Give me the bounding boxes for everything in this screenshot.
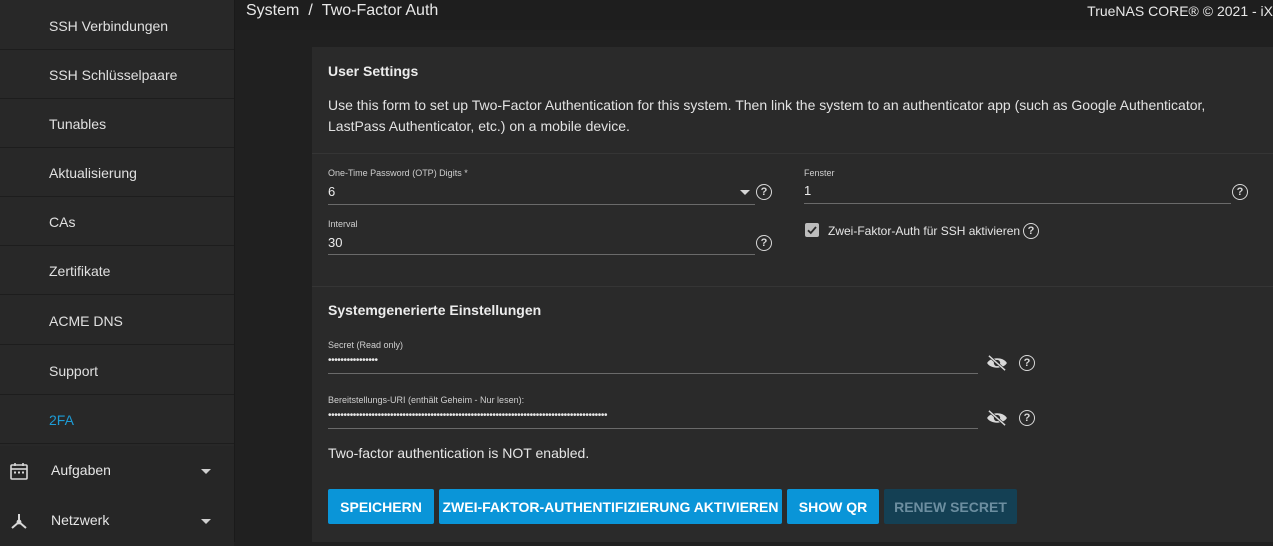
sidebar-item-label: Tunables	[49, 115, 107, 132]
hide-secret-icon[interactable]	[986, 354, 1008, 372]
window-label: Fenster	[804, 168, 835, 178]
ssh-2fa-label: Zwei-Faktor-Auth für SSH aktivieren	[828, 224, 1021, 238]
hide-uri-icon[interactable]	[986, 409, 1008, 427]
sidebar-item-support[interactable]: Support	[0, 347, 234, 395]
sidebar-item-label: Zertifikate	[49, 262, 111, 279]
sidebar-item-ssh-keypairs[interactable]: SSH Schlüsselpaare	[0, 51, 234, 99]
sidebar-group-network[interactable]: Netzwerk	[0, 496, 234, 546]
enable-2fa-button[interactable]: ZWEI-FAKTOR-AUTHENTIFIZIERUNG AKTIVIEREN	[439, 489, 782, 524]
sidebar-item-label: CAs	[49, 213, 76, 230]
otp-digits-underline	[328, 204, 755, 205]
save-button[interactable]: SPEICHERN	[328, 489, 434, 524]
divider	[312, 286, 1273, 287]
sidebar-item-cas[interactable]: CAs	[0, 198, 234, 246]
breadcrumb: System / Two-Factor Auth	[246, 2, 438, 20]
otp-digits-label: One-Time Password (OTP) Digits *	[328, 168, 468, 178]
sidebar-group-label: Aufgaben	[51, 462, 111, 478]
generated-settings-title: Systemgenerierte Einstellungen	[328, 302, 542, 318]
help-icon[interactable]: ?	[1023, 223, 1039, 239]
divider	[312, 153, 1273, 154]
sidebar-item-ssh-connections[interactable]: SSH Verbindungen	[0, 2, 234, 50]
user-settings-description: Use this form to set up Two-Factor Authe…	[328, 97, 1206, 134]
uri-field[interactable]: ••••••••••••••••••••••••••••••••••••••••…	[328, 410, 968, 421]
sidebar-group-label: Netzwerk	[51, 512, 110, 528]
help-icon[interactable]: ?	[1019, 355, 1035, 371]
uri-label: Bereitstellungs-URI (enthält Geheim - Nu…	[328, 395, 525, 405]
interval-underline	[328, 254, 755, 255]
status-text: Two-factor authentication is NOT enabled…	[328, 445, 590, 461]
sidebar-item-label: ACME DNS	[49, 312, 123, 329]
interval-input[interactable]: 30	[328, 235, 342, 250]
copyright-text: TrueNAS CORE® © 2021 - iX	[1087, 3, 1273, 19]
sidebar-item-label: SSH Verbindungen	[49, 17, 169, 34]
checkmark-icon	[807, 226, 817, 235]
sidebar-item-2fa[interactable]: 2FA	[0, 396, 234, 444]
breadcrumb-current: Two-Factor Auth	[321, 2, 439, 19]
breadcrumb-system[interactable]: System	[246, 2, 299, 19]
network-icon	[11, 514, 27, 529]
user-settings-title: User Settings	[328, 63, 419, 79]
breadcrumb-separator: /	[308, 2, 313, 19]
sidebar-item-tunables[interactable]: Tunables	[0, 100, 234, 148]
window-input[interactable]: 1	[804, 183, 811, 198]
sidebar: SSH Verbindungen SSH Schlüsselpaare Tuna…	[0, 0, 235, 546]
dropdown-arrow-icon[interactable]	[740, 190, 750, 195]
ssh-2fa-checkbox[interactable]	[805, 223, 819, 237]
sidebar-group-tasks[interactable]: Aufgaben	[0, 446, 234, 496]
help-icon[interactable]: ?	[1019, 410, 1035, 426]
sidebar-item-certificates[interactable]: Zertifikate	[0, 247, 234, 295]
help-icon[interactable]: ?	[1232, 184, 1248, 200]
secret-field[interactable]: ••••••••••••••••	[328, 355, 968, 366]
sidebar-item-label: Aktualisierung	[49, 164, 137, 181]
chevron-down-icon	[201, 519, 211, 524]
interval-label: Interval	[328, 219, 358, 229]
sidebar-item-acme-dns[interactable]: ACME DNS	[0, 297, 234, 345]
calendar-icon	[10, 463, 28, 480]
renew-secret-button[interactable]: RENEW SECRET	[884, 489, 1017, 524]
sidebar-item-label: 2FA	[49, 411, 74, 428]
otp-digits-select[interactable]: 6	[328, 184, 335, 199]
show-qr-button[interactable]: SHOW QR	[787, 489, 879, 524]
sidebar-item-update[interactable]: Aktualisierung	[0, 149, 234, 197]
sidebar-item-label: Support	[49, 362, 99, 379]
help-icon[interactable]: ?	[756, 235, 772, 251]
help-icon[interactable]: ?	[756, 184, 772, 200]
two-factor-card: User Settings Use this form to set up Tw…	[312, 47, 1273, 542]
chevron-down-icon	[201, 469, 211, 474]
top-bar: System / Two-Factor Auth TrueNAS CORE® © 2…	[235, 0, 1273, 30]
secret-label: Secret (Read only)	[328, 340, 404, 350]
secret-underline	[328, 373, 978, 374]
sidebar-item-label: SSH Schlüsselpaare	[49, 66, 178, 83]
window-underline	[804, 203, 1231, 204]
uri-underline	[328, 428, 978, 429]
